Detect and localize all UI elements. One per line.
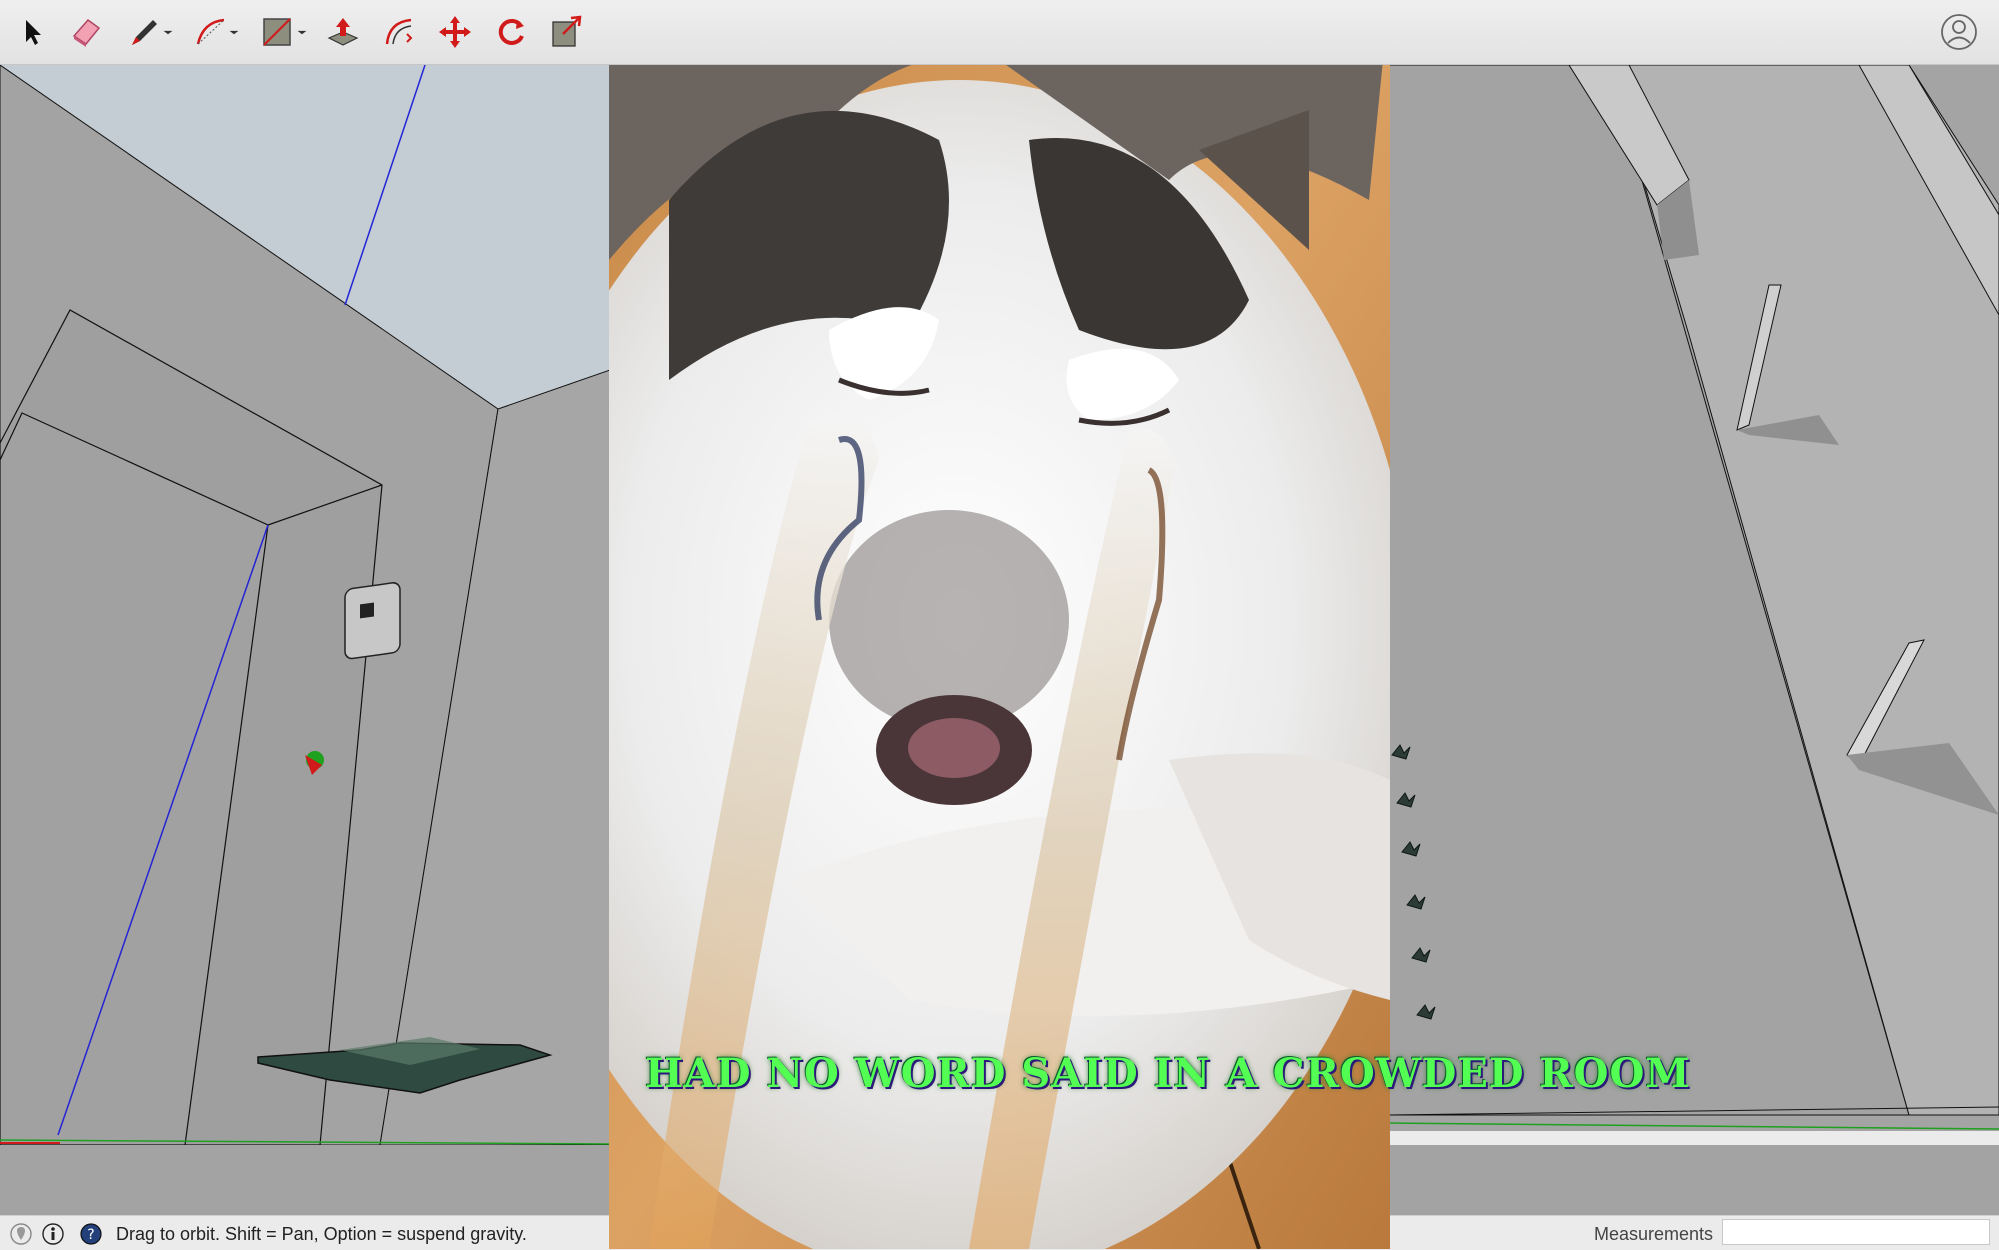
help-icon: ? [80,1223,102,1245]
select-tool-button[interactable] [9,8,55,56]
photo-caption: HAD NO WORD SAID IN A CROWDED ROOM [645,1050,1691,1097]
model-viewport-right[interactable] [1389,65,1999,1145]
model-viewport-left[interactable] [0,65,610,1145]
rectangle-shape-icon [263,18,291,46]
move-tool-button[interactable] [432,8,478,56]
rotate-icon [498,18,524,45]
line-tool-dropdown[interactable] [158,8,178,56]
status-hint: Drag to orbit. Shift = Pan, Option = sus… [116,1224,527,1244]
eraser-tool-button[interactable] [63,8,109,56]
offset-tool-button[interactable] [376,8,422,56]
main-toolbar [0,0,1999,65]
arc-tool-dropdown[interactable] [224,8,244,56]
svg-text:?: ? [87,1227,94,1243]
wall-phone [344,582,401,660]
chevron-down-icon [163,30,173,35]
push-pull-tool-button[interactable] [320,8,366,56]
measurements-input[interactable] [1722,1219,1990,1245]
shape-tool-dropdown[interactable] [292,8,312,56]
select-arrow-icon [26,20,41,45]
help-button[interactable]: ? [80,1223,102,1245]
scale-icon [552,15,582,47]
geo-location-icon [10,1223,32,1245]
credits-button[interactable] [42,1223,64,1245]
chevron-down-icon [297,30,307,35]
chevron-down-icon [229,30,239,35]
geo-location-button[interactable] [10,1223,32,1245]
account-button[interactable] [1939,12,1979,52]
offset-icon [385,18,413,45]
move-icon [439,16,471,48]
room-model-right [1389,65,1999,1145]
scale-tool-button[interactable] [544,8,590,56]
room-model-left [0,65,610,1145]
account-icon [1941,14,1977,50]
eraser-icon [72,18,101,47]
measurements-label: Measurements [1594,1224,1714,1244]
push-pull-icon [327,18,359,46]
credits-icon [42,1223,64,1245]
rotate-tool-button[interactable] [488,8,534,56]
